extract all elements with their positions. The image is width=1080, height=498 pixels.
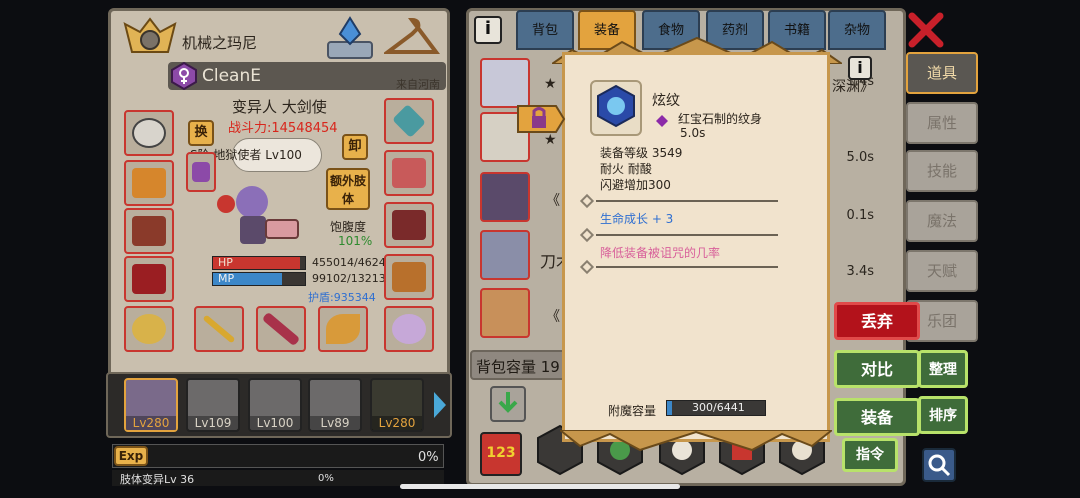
dodge-bonus: 闪避增加300 <box>600 178 671 192</box>
exp-label: Exp <box>114 446 148 466</box>
equip-slot-armor[interactable] <box>124 208 174 254</box>
hp-label: HP <box>218 256 233 269</box>
side-tab-items[interactable]: 道具 <box>906 52 978 94</box>
party-level: Lv280 <box>372 416 422 430</box>
party-level: Lv280 <box>126 416 176 430</box>
lock-icon[interactable] <box>516 98 566 140</box>
equip-slot-cape[interactable] <box>124 256 174 302</box>
popup-divider <box>596 234 778 236</box>
side-tab-skills[interactable]: 技能 <box>906 150 978 192</box>
item-duration: 5.0s <box>680 126 706 140</box>
info-icon[interactable]: i <box>474 16 502 44</box>
popup-info-icon[interactable]: i <box>848 56 872 80</box>
mp-value: 99102/13213 <box>312 272 386 285</box>
mp-label: MP <box>218 272 235 285</box>
popup-frame-bottom <box>557 429 835 452</box>
number-sort-icon[interactable]: 123 <box>480 432 522 476</box>
discard-button[interactable]: 丢弃 <box>834 302 920 340</box>
weapon-slot-bow[interactable] <box>318 306 368 352</box>
organize-button[interactable]: 整理 <box>918 350 968 388</box>
equip-slot-bunny[interactable] <box>384 306 434 352</box>
shield-value: 护盾:935344 <box>308 291 376 304</box>
sort-button[interactable]: 排序 <box>918 396 968 434</box>
player-name: CleanE <box>202 66 261 86</box>
stat-life-growth: 生命成长 + 3 <box>600 212 674 226</box>
combat-power: 战斗力:14548454 <box>228 121 338 136</box>
gender-icon <box>170 61 198 91</box>
equip-slot-helmet[interactable] <box>124 110 174 156</box>
party-member[interactable]: Lv280 <box>370 378 424 432</box>
stat-curse-reduction: 降低装备被诅咒的几率 <box>600 246 721 260</box>
extra-limb-button[interactable]: 额外肢体 <box>326 168 370 210</box>
weapon-slot-blade[interactable] <box>256 306 306 352</box>
mutation-label: 肢体变异Lv 36 <box>120 473 195 486</box>
item-icon <box>480 172 530 222</box>
party-member[interactable]: Lv89 <box>308 378 362 432</box>
satiety-value: 101% <box>338 234 373 248</box>
exp-percent: 0% <box>418 450 439 465</box>
side-tab-talent[interactable]: 天赋 <box>906 250 978 292</box>
character-name: 机械之玛尼 <box>182 34 258 52</box>
command-button[interactable]: 指令 <box>842 438 898 472</box>
tattoo-item-icon <box>590 80 642 136</box>
purple-gem-icon <box>656 112 668 127</box>
exp-bar <box>112 444 444 468</box>
close-x-icon[interactable] <box>908 12 944 48</box>
item-name: 《 <box>546 193 560 209</box>
party-level: Lv109 <box>188 416 238 430</box>
equip-level: 装备等级 3549 <box>600 146 683 160</box>
item-title: 炫纹 <box>652 93 680 109</box>
unload-button[interactable]: 卸 <box>342 134 368 160</box>
party-member[interactable]: Lv100 <box>248 378 302 432</box>
party-level: Lv89 <box>310 416 360 430</box>
hanger-icon[interactable] <box>382 16 440 60</box>
popup-divider <box>596 266 778 268</box>
side-tab-attributes[interactable]: 属性 <box>906 102 978 144</box>
character-class: 变异人 大剑使 <box>232 98 327 116</box>
crystal-icon[interactable] <box>326 14 374 60</box>
party-member[interactable]: Lv109 <box>186 378 240 432</box>
enchant-value: 300/6441 <box>692 401 745 414</box>
origin-text: 来自河南 <box>396 78 440 91</box>
item-subtitle: 红宝石制的纹身 <box>678 112 763 126</box>
compare-button[interactable]: 对比 <box>834 350 920 388</box>
side-tab-magic[interactable]: 魔法 <box>906 200 978 242</box>
equip-slot-tattoo[interactable] <box>186 152 216 192</box>
swap-button[interactable]: 换 <box>188 120 214 146</box>
bag-capacity: 背包容量 19 <box>476 358 560 376</box>
mutation-percent: 0% <box>318 473 334 484</box>
hp-value: 455014/4624 <box>312 256 386 269</box>
enchant-label: 附魔容量 <box>608 404 657 418</box>
guild-emblem-icon <box>120 14 180 64</box>
home-indicator <box>400 484 680 489</box>
character-sprite <box>212 180 302 256</box>
item-icon <box>480 230 530 280</box>
item-name: ★ <box>544 76 557 92</box>
equip-slot-emblem[interactable] <box>384 98 434 144</box>
resistances: 耐火 耐酸 <box>600 162 652 176</box>
item-name: 《 <box>546 309 560 325</box>
weapon-slot-staff[interactable] <box>194 306 244 352</box>
search-icon[interactable] <box>922 448 956 482</box>
equip-slot-amulet[interactable] <box>124 160 174 206</box>
party-level: Lv100 <box>250 416 300 430</box>
equip-slot-boots[interactable] <box>384 254 434 300</box>
equip-slot-mask[interactable] <box>384 202 434 248</box>
equip-slot-gloves[interactable] <box>384 150 434 196</box>
item-time: 5.0s <box>846 150 874 165</box>
item-time: 0.1s <box>846 208 874 223</box>
item-icon <box>480 288 530 338</box>
equip-button[interactable]: 装备 <box>834 398 920 436</box>
equip-slot-ring[interactable] <box>124 306 174 352</box>
party-member[interactable]: Lv280 <box>124 378 178 432</box>
party-next-arrow-icon[interactable] <box>432 390 448 420</box>
popup-divider <box>596 200 778 202</box>
bag-down-icon[interactable] <box>490 386 526 422</box>
item-time: 3.4s <box>846 264 874 279</box>
satiety-label: 饱腹度 <box>330 220 367 234</box>
enchant-bar-fill <box>667 401 672 415</box>
